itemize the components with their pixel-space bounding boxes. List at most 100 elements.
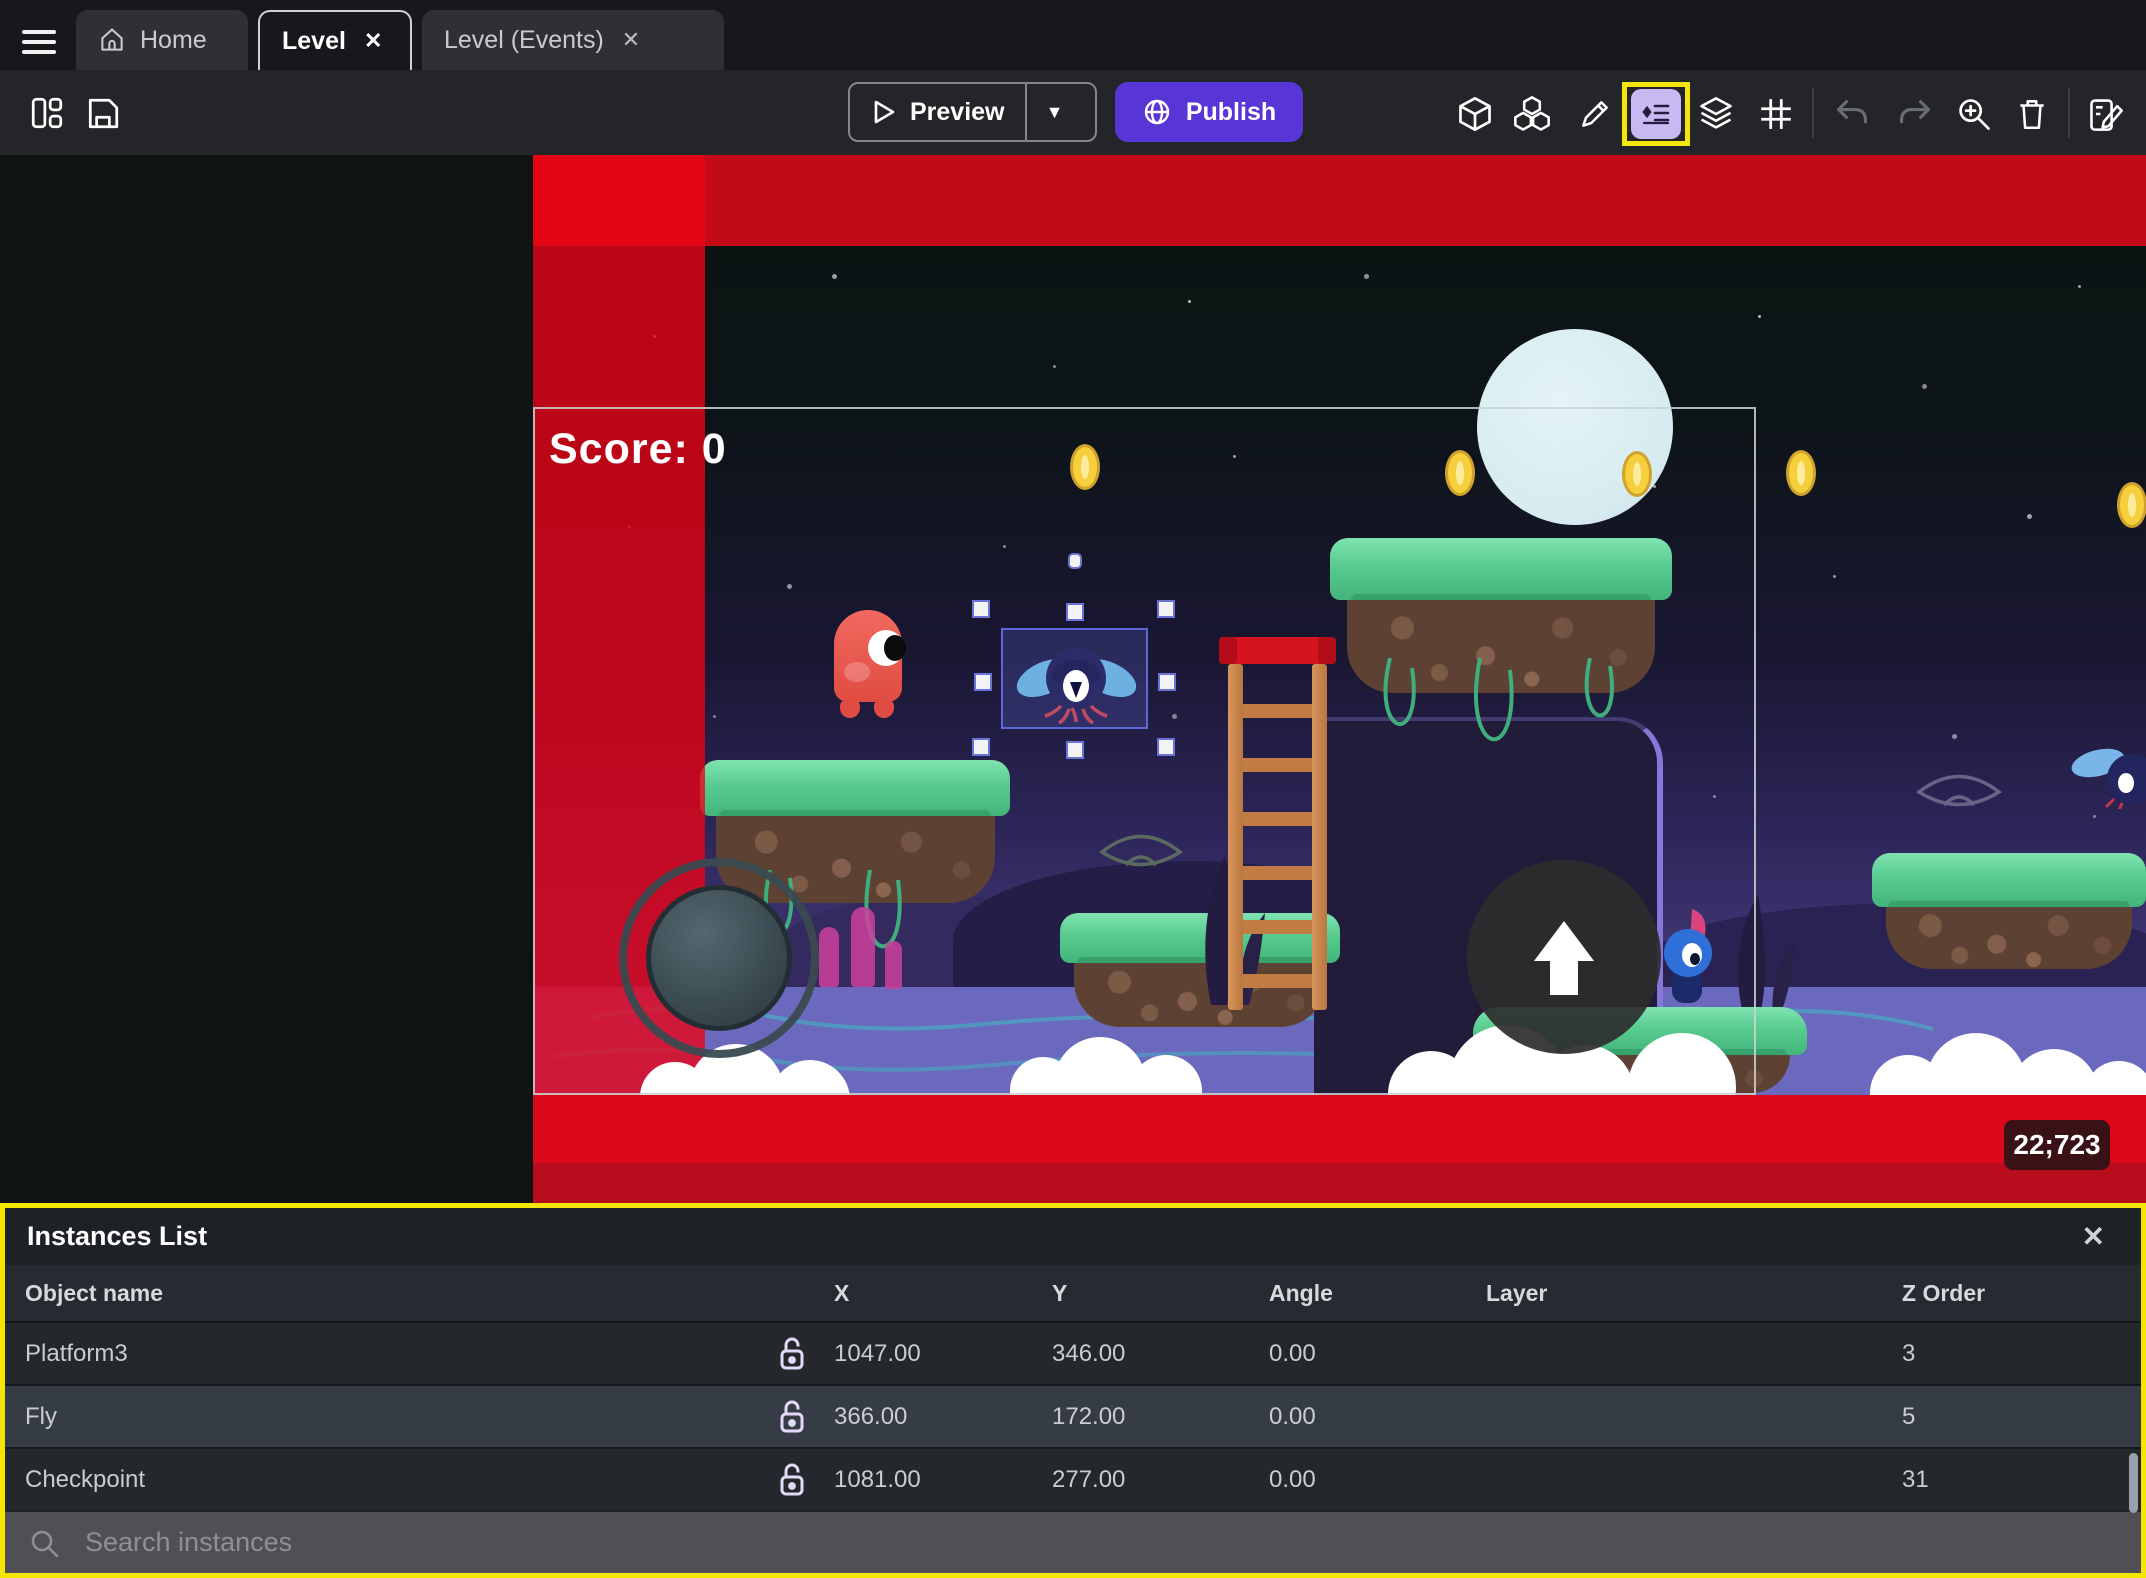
fly-selected-sprite[interactable]	[1003, 630, 1150, 731]
tab-level[interactable]: Level ✕	[258, 10, 412, 70]
divider	[2068, 88, 2070, 138]
instances-list-highlight	[1622, 82, 1690, 146]
scrollbar-thumb[interactable]	[2129, 1453, 2138, 1513]
layout-icon	[31, 97, 63, 129]
rotate-handle[interactable]	[1068, 553, 1082, 569]
cell-y: 346.00	[1052, 1339, 1126, 1367]
scene-viewport: Score: 0 22;723	[533, 155, 2146, 1203]
tab-bar: Home Level ✕ Level (Events) ✕	[0, 0, 2146, 70]
objects-list-button[interactable]	[1512, 94, 1552, 134]
lock-button[interactable]	[728, 1336, 834, 1372]
close-icon[interactable]: ✕	[360, 26, 386, 56]
grid-icon	[1761, 99, 1791, 129]
platform-sprite[interactable]	[1872, 853, 2146, 971]
fly-enemy-sprite[interactable]	[2070, 745, 2146, 814]
cell-z-order: 31	[1902, 1465, 1929, 1493]
instances-list-panel: Instances List ✕ Object name X Y Angle L…	[0, 1203, 2146, 1578]
red-zone-top[interactable]	[533, 155, 2146, 246]
table-row[interactable]: Checkpoint 1081.00 277.00 0.00 31	[5, 1447, 2141, 1510]
cell-angle: 0.00	[1269, 1339, 1316, 1367]
edit-tool-button[interactable]	[1575, 94, 1615, 134]
resize-handle-top[interactable]	[1066, 603, 1084, 621]
pencil-icon	[1582, 101, 1608, 127]
column-y: Y	[1052, 1279, 1068, 1306]
table-row[interactable]: Fly 366.00 172.00 0.00 5	[5, 1384, 2141, 1447]
red-zone-bottom-strip	[533, 1163, 2146, 1203]
resize-handle-bottom-right[interactable]	[1157, 738, 1175, 756]
scene-editor-canvas[interactable]: Score: 0 22;723	[0, 155, 2146, 1203]
edit-scene-icon	[2090, 99, 2123, 131]
lock-open-icon	[780, 1400, 804, 1432]
panel-title: Instances List	[27, 1221, 208, 1251]
cell-z-order: 3	[1902, 1339, 1916, 1367]
lock-open-icon	[780, 1337, 804, 1369]
tab-label: Level (Events)	[444, 25, 604, 54]
preview-main[interactable]: Preview	[850, 84, 1025, 140]
zoom-button[interactable]	[1954, 94, 1994, 134]
globe-icon	[1144, 99, 1170, 125]
undo-icon	[1837, 100, 1867, 124]
layout-panels-button[interactable]	[28, 94, 66, 132]
coin-sprite[interactable]	[1786, 450, 1816, 496]
zoom-in-icon	[1959, 99, 1990, 130]
cell-object-name: Platform3	[25, 1339, 128, 1367]
layers-button[interactable]	[1696, 94, 1736, 134]
cube-icon	[1459, 97, 1491, 131]
cell-angle: 0.00	[1269, 1465, 1316, 1493]
coin-sprite[interactable]	[2117, 482, 2146, 528]
resize-handle-bottom-left[interactable]	[972, 738, 990, 756]
resize-handle-top-right[interactable]	[1157, 600, 1175, 618]
cell-angle: 0.00	[1269, 1402, 1316, 1430]
tab-home[interactable]: Home	[76, 10, 248, 70]
preview-button[interactable]: Preview ▼	[848, 82, 1097, 142]
lock-button[interactable]	[728, 1399, 834, 1435]
redo-icon	[1900, 100, 1930, 124]
resize-handle-bottom[interactable]	[1066, 741, 1084, 759]
cell-z-order: 5	[1902, 1402, 1916, 1430]
menu-icon[interactable]	[22, 30, 56, 56]
divider	[1812, 88, 1814, 138]
cell-y: 172.00	[1052, 1402, 1126, 1430]
resize-handle-top-left[interactable]	[972, 600, 990, 618]
column-angle: Angle	[1269, 1279, 1333, 1306]
toolbar: Preview ▼ Publish	[0, 70, 2146, 155]
close-icon[interactable]: ✕	[2068, 1220, 2119, 1253]
cell-x: 366.00	[834, 1402, 908, 1430]
chevron-down-icon: ▼	[1045, 101, 1064, 122]
cell-x: 1081.00	[834, 1465, 921, 1493]
add-object-button[interactable]	[1455, 94, 1495, 134]
panel-title-bar: Instances List ✕	[5, 1208, 2141, 1265]
cell-object-name: Fly	[25, 1402, 57, 1430]
cloud	[1870, 1031, 2146, 1095]
trash-icon	[2020, 100, 2044, 130]
delete-button[interactable]	[2012, 94, 2052, 134]
grid-button[interactable]	[1756, 94, 1796, 134]
lock-button[interactable]	[728, 1462, 834, 1498]
undo-button[interactable]	[1832, 94, 1872, 134]
play-icon	[874, 100, 895, 124]
redo-button[interactable]	[1895, 94, 1935, 134]
tab-level-events[interactable]: Level (Events) ✕	[422, 10, 724, 70]
search-instances-input[interactable]	[83, 1526, 1883, 1559]
edit-scene-button[interactable]	[2086, 94, 2126, 134]
search-icon	[31, 1530, 59, 1557]
save-icon	[88, 98, 119, 129]
close-icon[interactable]: ✕	[618, 25, 644, 55]
selection-rectangle[interactable]	[1001, 628, 1148, 729]
layers-icon	[1700, 97, 1732, 129]
publish-label: Publish	[1185, 97, 1277, 126]
preview-dropdown-button[interactable]: ▼	[1027, 84, 1083, 140]
table-row[interactable]: Platform3 1047.00 346.00 0.00 3	[5, 1321, 2141, 1384]
column-layer: Layer	[1486, 1279, 1548, 1306]
camera-frame-border	[533, 407, 1756, 1095]
resize-handle-right[interactable]	[1158, 673, 1176, 691]
instances-list-icon	[1642, 104, 1670, 125]
instances-list-button[interactable]	[1631, 89, 1681, 139]
save-button[interactable]	[84, 94, 122, 132]
resize-handle-left[interactable]	[974, 673, 992, 691]
column-z-order: Z Order	[1902, 1279, 1986, 1306]
publish-button[interactable]: Publish	[1115, 82, 1303, 142]
cell-object-name: Checkpoint	[25, 1465, 146, 1493]
eye-decoration	[1915, 774, 2003, 807]
column-x: X	[834, 1279, 850, 1306]
